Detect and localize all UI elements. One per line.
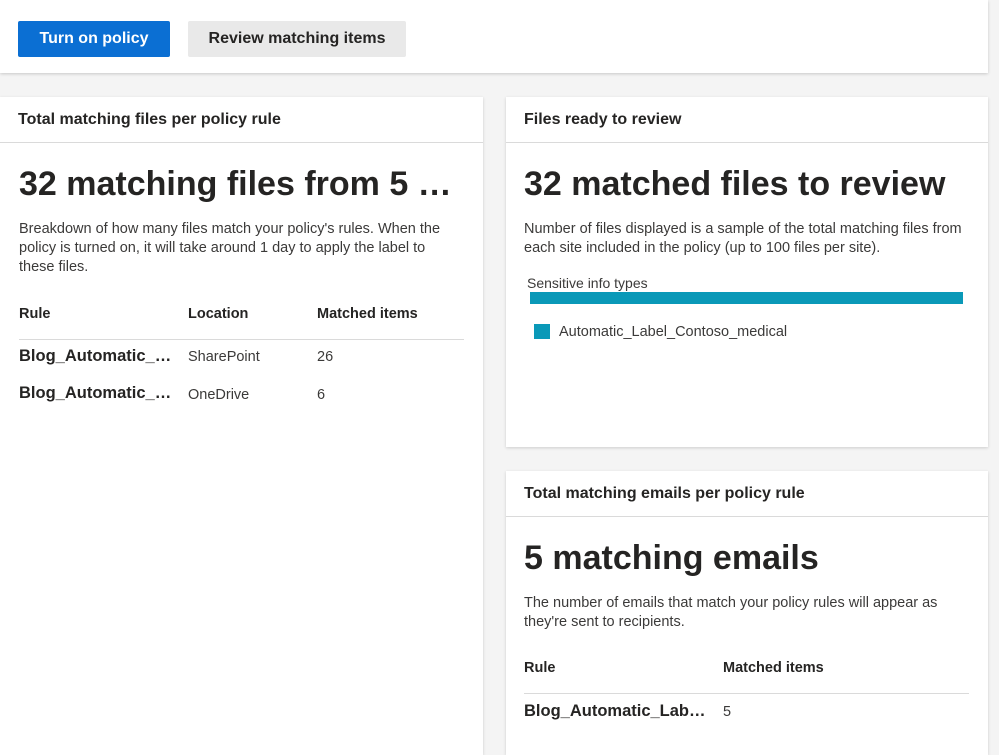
files-headline: 32 matching files from 5 sites (19, 165, 459, 203)
rule-cell[interactable]: Blog_Automatic_Label rule (19, 384, 177, 403)
files-description: Breakdown of how many files match your p… (19, 221, 441, 275)
sensitive-info-types-bar[interactable] (530, 292, 963, 304)
column-header-matched-items: Matched items (723, 660, 824, 676)
column-header-rule: Rule (524, 660, 556, 676)
review-description: Number of files displayed is a sample of… (524, 221, 962, 256)
review-headline: 32 matched files to review (524, 165, 946, 203)
column-header-rule: Rule (19, 306, 51, 322)
column-header-matched-items: Matched items (317, 306, 418, 322)
table-divider (524, 693, 969, 694)
rule-cell[interactable]: Blog_Automatic_Label rule (19, 347, 177, 366)
legend-swatch (534, 324, 550, 339)
rule-cell[interactable]: Blog_Automatic_Label rule (524, 702, 713, 721)
legend-label[interactable]: Automatic_Label_Contoso_medical (559, 324, 787, 340)
emails-description: The number of emails that match your pol… (524, 595, 938, 630)
turn-on-policy-button[interactable]: Turn on policy (18, 21, 170, 57)
card-title: Files ready to review (506, 97, 988, 143)
card-title: Total matching emails per policy rule (506, 471, 988, 517)
matching-emails-card: Total matching emails per policy rule 5 … (506, 471, 988, 755)
files-ready-to-review-card: Files ready to review 32 matched files t… (506, 97, 988, 447)
matching-files-card: Total matching files per policy rule 32 … (0, 97, 483, 755)
command-bar: Turn on policy Review matching items (0, 0, 988, 73)
emails-headline: 5 matching emails (524, 539, 819, 577)
matched-items-cell: 5 (723, 704, 732, 720)
card-title: Total matching files per policy rule (0, 97, 483, 143)
table-divider (19, 339, 464, 340)
location-cell: OneDrive (188, 387, 250, 403)
location-cell: SharePoint (188, 349, 260, 365)
matched-items-cell: 26 (317, 349, 334, 365)
bar-chart-label: Sensitive info types (527, 275, 648, 291)
column-header-location: Location (188, 306, 249, 322)
review-matching-items-button[interactable]: Review matching items (188, 21, 406, 57)
matched-items-cell: 6 (317, 387, 326, 403)
